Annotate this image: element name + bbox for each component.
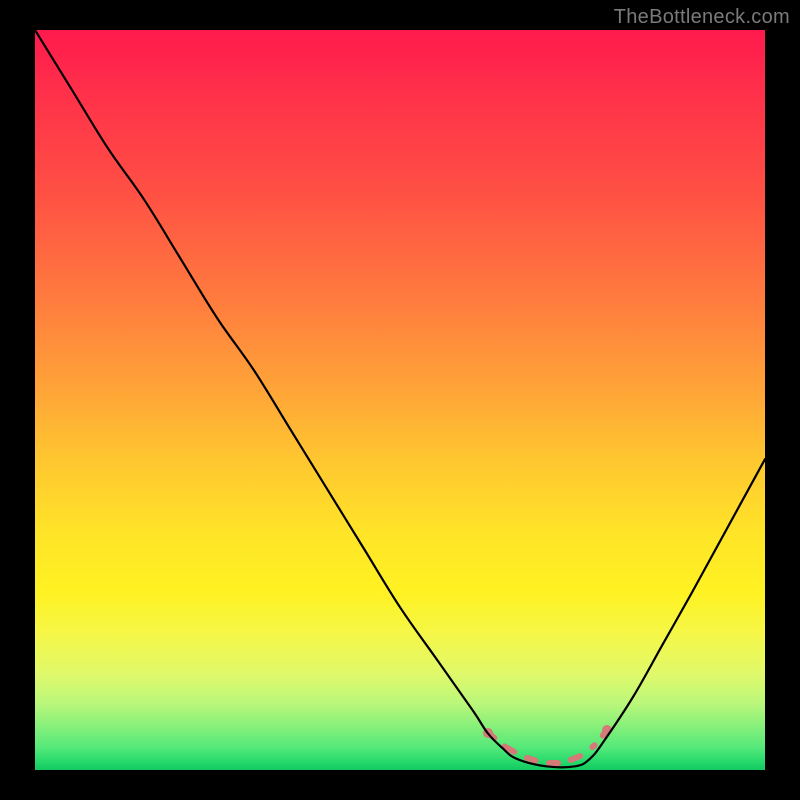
watermark-text: TheBottleneck.com [614, 6, 790, 29]
chart-container: TheBottleneck.com [0, 0, 800, 800]
plot-area [35, 30, 765, 770]
bottleneck-curve [35, 30, 765, 770]
